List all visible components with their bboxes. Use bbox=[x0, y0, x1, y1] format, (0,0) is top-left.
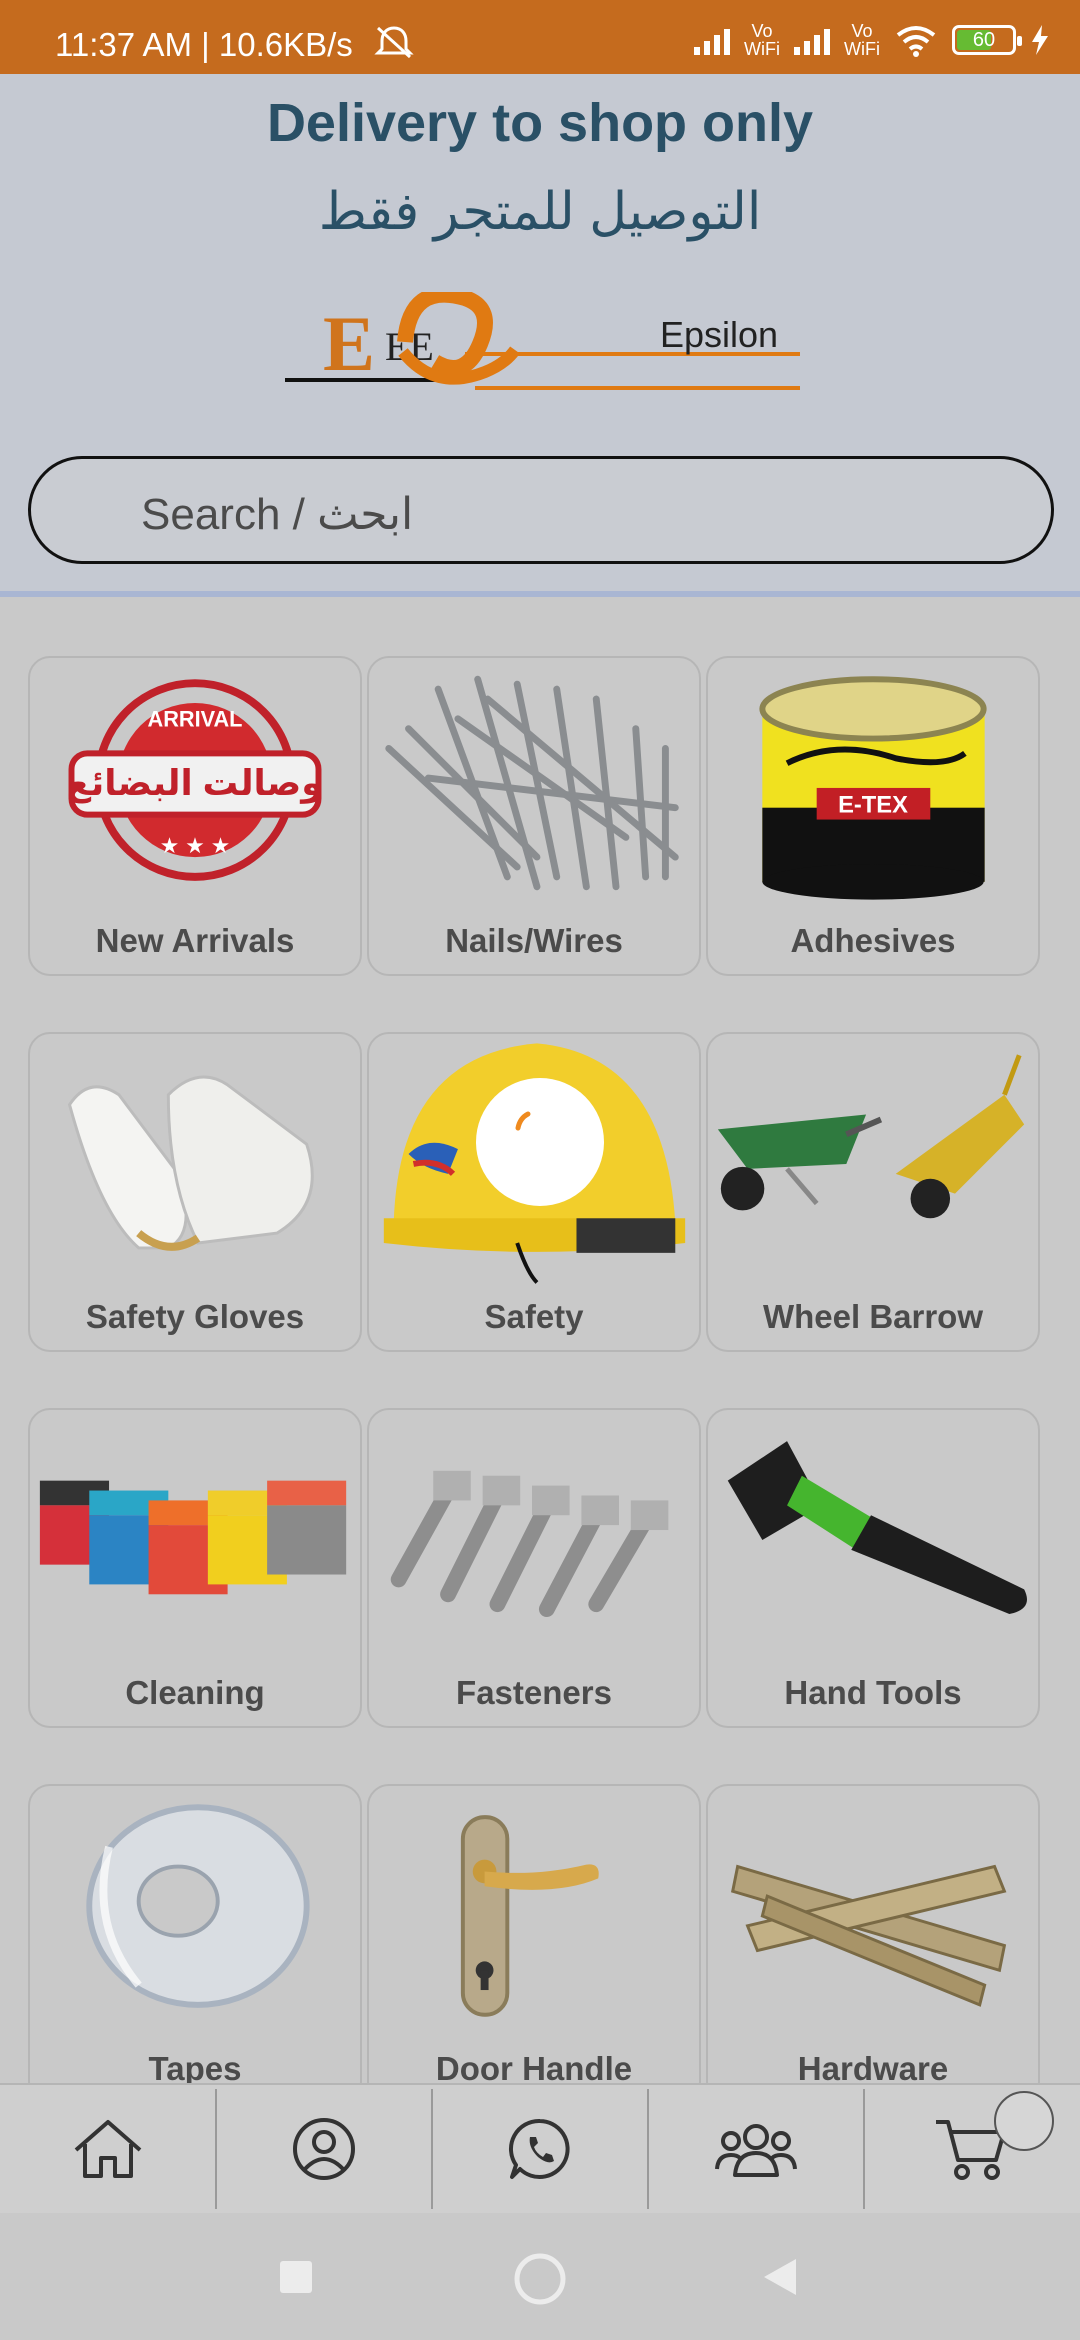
status-time: 11:37 AM | 10.6KB/s bbox=[55, 26, 353, 63]
search-input[interactable]: Search / ابحث bbox=[28, 456, 1054, 564]
group-icon bbox=[715, 2124, 797, 2177]
gloves-image bbox=[67, 1075, 314, 1251]
category-card-fasteners[interactable]: Fasteners bbox=[367, 1408, 701, 1728]
category-card-hardware[interactable]: Hardware bbox=[706, 1784, 1040, 2104]
category-label: Fasteners bbox=[456, 1674, 612, 1711]
category-label: Safety Gloves bbox=[85, 1298, 305, 1335]
adhesive-brand: E-TEX bbox=[838, 793, 908, 819]
category-card-wheel-barrow[interactable]: Wheel Barrow bbox=[706, 1032, 1040, 1352]
nav-whatsapp-button[interactable] bbox=[432, 2085, 648, 2213]
category-card-hand-tools[interactable]: Hand Tools bbox=[706, 1408, 1040, 1728]
nav-home-button[interactable] bbox=[0, 2085, 216, 2213]
vowifi-label-2: Vo WiFi bbox=[844, 21, 880, 59]
adhesive-can-image: E-TEX bbox=[759, 676, 987, 900]
category-label: Cleaning bbox=[125, 1674, 265, 1711]
wheelbarrow-image bbox=[717, 1054, 1025, 1219]
system-nav-bar bbox=[0, 2213, 1080, 2340]
category-label: Safety bbox=[484, 1298, 584, 1335]
spinner-arc-icon bbox=[515, 1111, 531, 1131]
cart-badge bbox=[994, 2091, 1054, 2151]
whatsapp-icon bbox=[508, 2118, 570, 2179]
svg-text:E: E bbox=[323, 300, 375, 387]
epsilon-logo: E EE Epsilon bbox=[285, 292, 800, 390]
category-card-tapes[interactable]: Tapes bbox=[28, 1784, 362, 2104]
arrival-badge-en: ARRIVAL bbox=[148, 707, 243, 732]
drawer-slides-image bbox=[730, 1864, 1007, 2007]
nails-image bbox=[385, 675, 679, 891]
category-card-nails-wires[interactable]: Nails/Wires bbox=[367, 656, 701, 976]
charging-icon bbox=[1032, 25, 1048, 55]
vowifi-label: Vo WiFi bbox=[744, 21, 781, 59]
recents-icon[interactable] bbox=[280, 2261, 312, 2293]
home-icon bbox=[74, 2120, 142, 2178]
loading-spinner bbox=[476, 1078, 604, 1206]
bottom-nav bbox=[0, 2083, 1080, 2213]
brooms-image bbox=[39, 1480, 347, 1595]
battery-icon: 60 bbox=[952, 25, 1022, 55]
door-handle-image bbox=[460, 1815, 599, 2017]
delivery-notice-en: Delivery to shop only bbox=[266, 93, 814, 153]
nav-cart-button[interactable] bbox=[864, 2085, 1080, 2213]
category-label: New Arrivals bbox=[95, 922, 295, 959]
category-card-adhesives[interactable]: E-TEX Adhesives bbox=[706, 656, 1040, 976]
search-placeholder: Search / ابحث bbox=[141, 490, 414, 539]
category-label: Adhesives bbox=[790, 922, 956, 959]
profile-icon bbox=[293, 2118, 355, 2180]
category-label: Wheel Barrow bbox=[762, 1298, 984, 1335]
nav-community-button[interactable] bbox=[648, 2085, 864, 2213]
back-icon[interactable] bbox=[762, 2257, 798, 2297]
arrival-badge-ar: وصالت البضائع bbox=[67, 763, 324, 804]
category-label: Hand Tools bbox=[784, 1674, 962, 1711]
category-card-new-arrivals[interactable]: وصالت البضائع ARRIVAL ★ ★ ★ New Arrivals bbox=[28, 656, 362, 976]
category-label: Nails/Wires bbox=[445, 922, 623, 959]
category-card-safety-gloves[interactable]: Safety Gloves bbox=[28, 1032, 362, 1352]
nav-profile-button[interactable] bbox=[216, 2085, 432, 2213]
bolts-image bbox=[390, 1470, 669, 1618]
tape-image bbox=[86, 1804, 310, 2008]
hammer-image bbox=[727, 1441, 1027, 1615]
header: Delivery to shop only التوصيل للمتجر فقط… bbox=[0, 74, 1080, 597]
battery-level: 60 bbox=[972, 28, 996, 51]
logo-text: Epsilon bbox=[660, 314, 778, 355]
home-system-icon[interactable] bbox=[512, 2251, 568, 2307]
status-bar: 11:37 AM | 10.6KB/s Vo WiFi Vo WiFi 60 bbox=[0, 0, 1080, 74]
mute-bell-icon bbox=[374, 26, 414, 59]
signal-icon bbox=[694, 25, 731, 55]
svg-text:★ ★ ★: ★ ★ ★ bbox=[160, 833, 230, 858]
wifi-icon bbox=[896, 26, 936, 57]
signal-icon-2 bbox=[794, 25, 831, 55]
arrival-stamp-icon: وصالت البضائع ARRIVAL ★ ★ ★ bbox=[67, 679, 324, 881]
delivery-notice-ar: التوصيل للمتجر فقط bbox=[318, 183, 762, 241]
category-card-cleaning[interactable]: Cleaning bbox=[28, 1408, 362, 1728]
category-card-door-handle[interactable]: Door Handle bbox=[367, 1784, 701, 2104]
